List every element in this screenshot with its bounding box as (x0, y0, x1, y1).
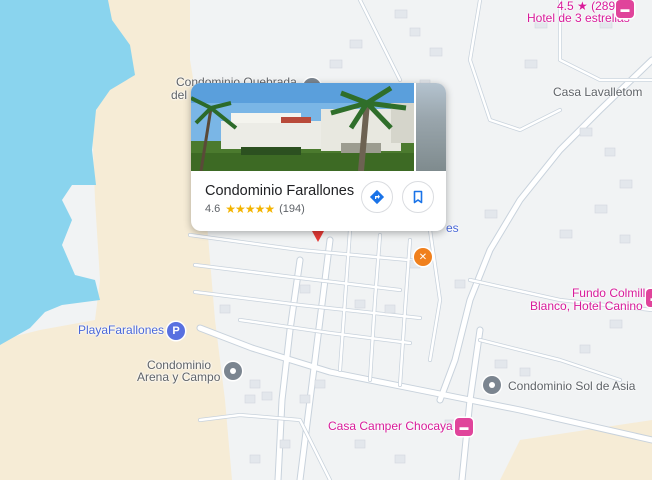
poi-arena-line2[interactable]: Arena y Campo (137, 371, 220, 384)
hotel-type[interactable]: Hotel de 3 estrellas (527, 12, 630, 25)
poi-partial-label[interactable]: es (446, 222, 459, 235)
lodging-icon[interactable]: ▬ (646, 289, 652, 307)
directions-icon (369, 189, 385, 205)
star-rating-icon: ★★★★★ (225, 202, 275, 216)
place-title[interactable]: Condominio Farallones (205, 183, 354, 199)
place-photo-secondary[interactable] (416, 83, 446, 171)
map-canvas[interactable] (0, 0, 652, 480)
bookmark-icon (413, 190, 423, 204)
poi-colmillo-line2[interactable]: Blanco, Hotel Canino (530, 300, 643, 313)
place-info-card[interactable]: Condominio Farallones 4.6 ★★★★★ (194) (191, 83, 446, 231)
rating-value: 4.6 (205, 203, 221, 215)
poi-casa-camper[interactable]: Casa Camper Chocaya (328, 420, 453, 433)
restaurant-icon[interactable]: ✕ (414, 248, 432, 266)
poi-parking[interactable]: PlayaFarallones (78, 324, 164, 337)
place-rating: 4.6 ★★★★★ (194) (205, 202, 305, 216)
poi-quebrada-line2[interactable]: del (171, 89, 187, 102)
review-count[interactable]: (194) (279, 203, 305, 215)
hotel-icon[interactable]: ▬ (616, 0, 634, 18)
directions-button[interactable] (361, 181, 393, 213)
place-pin-icon[interactable] (224, 362, 242, 380)
place-photo[interactable] (191, 83, 414, 171)
place-pin-icon[interactable] (483, 376, 501, 394)
selected-location-pin[interactable] (312, 231, 324, 242)
parking-icon[interactable]: P (167, 322, 185, 340)
lodging-icon[interactable]: ▬ (455, 418, 473, 436)
poi-lavalletom[interactable]: Casa Lavalletom (553, 86, 642, 99)
save-button[interactable] (402, 181, 434, 213)
poi-sol-de-asia[interactable]: Condominio Sol de Asia (508, 380, 635, 393)
